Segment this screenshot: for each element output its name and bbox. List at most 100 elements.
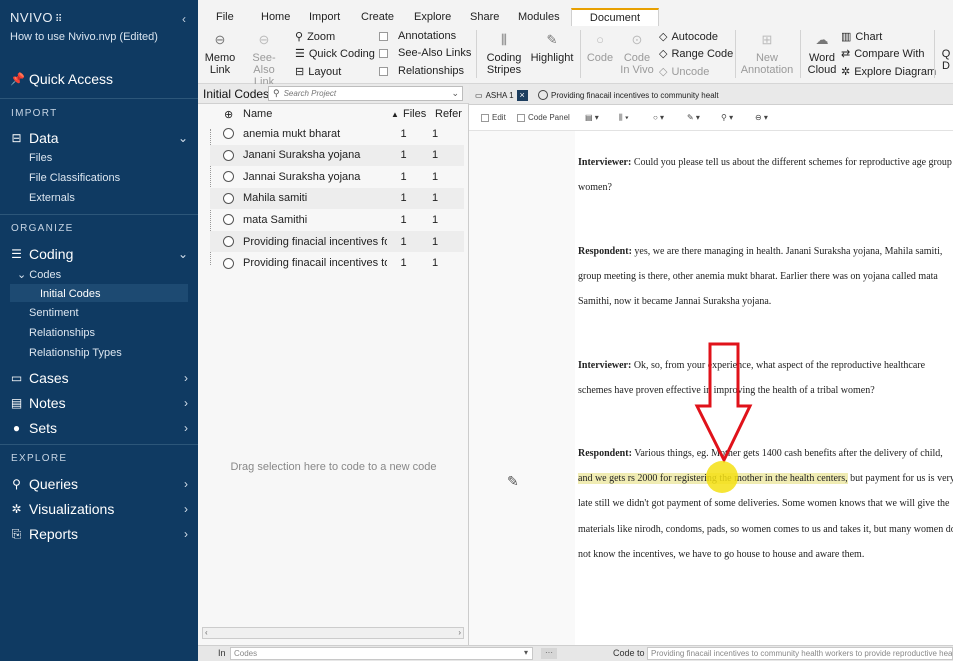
chevron-down-icon[interactable]: ⌄ [451, 88, 459, 99]
zoom-button[interactable]: ⚲ Zoom [295, 30, 335, 44]
sidebar-item-data[interactable]: ⊟ Data ⌄ [10, 130, 188, 146]
autocode-button[interactable]: ◇ Autocode [659, 30, 718, 44]
word-cloud-button[interactable]: ☁ Word Cloud [804, 33, 840, 76]
menu-create[interactable]: Create [361, 11, 394, 23]
layout-button[interactable]: ⊟ Layout [295, 65, 341, 79]
link-dropdown-icon[interactable]: ⊖ ▾ [755, 113, 768, 122]
document-tabs: ▭ ASHA 1 × Providing finacail incentives… [469, 84, 953, 105]
sidebar-item-queries[interactable]: ⚲ Queries › [10, 476, 188, 492]
browse-button[interactable]: ··· [541, 648, 557, 659]
code-panel-checkbox[interactable]: Code Panel [517, 113, 570, 122]
code-row[interactable]: Providing finacial incentives fo 1 1 [210, 231, 464, 252]
see-also-links-checkbox[interactable]: See-Also Links [379, 47, 471, 59]
sidebar-item-reports[interactable]: ⎘ Reports › [10, 526, 188, 542]
relationships-checkbox[interactable]: Relationships [379, 65, 464, 77]
search-box[interactable]: ⚲ ⌄ [268, 86, 463, 101]
explore-diagram-button[interactable]: ✲ Explore Diagram [841, 65, 936, 79]
search-input[interactable] [283, 89, 444, 98]
scroll-left-icon[interactable]: ‹ [205, 628, 208, 637]
new-annotation-button[interactable]: ⊞ New Annotation [739, 33, 795, 76]
code-dropdown-icon[interactable]: ○ ▾ [653, 113, 664, 122]
code-row[interactable]: Mahila samiti 1 1 [210, 187, 464, 209]
code-button[interactable]: ○ Code [585, 33, 615, 64]
code-row[interactable]: mata Samithi 1 1 [210, 209, 464, 230]
sidebar-item-initial-codes[interactable]: Initial Codes [40, 288, 101, 300]
sidebar-item-coding[interactable]: ☰ Coding ⌄ [10, 246, 188, 262]
sidebar-item-files[interactable]: Files [29, 152, 52, 164]
project-name: How to use Nvivo.nvp (Edited) [10, 31, 158, 43]
annotations-checkbox[interactable]: Annotations [379, 30, 456, 42]
overflow-ribbon-button[interactable]: QD [940, 48, 952, 72]
code-files-count: 1 [400, 257, 407, 270]
in-location-select[interactable]: Codes [230, 647, 533, 660]
menu-file[interactable]: File [216, 11, 234, 23]
menu-share[interactable]: Share [470, 11, 499, 23]
code-in-vivo-button[interactable]: ⊙ Code In Vivo [619, 32, 655, 76]
see-also-link-button[interactable]: ⊖ See-Also Link [242, 32, 286, 88]
menu-explore[interactable]: Explore [414, 11, 451, 23]
sidebar-item-relationships[interactable]: Relationships [29, 327, 95, 339]
column-header-name[interactable]: Name [243, 108, 272, 120]
code-row[interactable]: Providing finacail incentives to 1 1 [210, 253, 464, 274]
sidebar-item-visualizations[interactable]: ✲ Visualizations › [10, 501, 188, 517]
transcript-paragraph[interactable]: Respondent: yes, we are there managing i… [578, 239, 953, 315]
annotations-toggle-icon[interactable]: ▤ ▾ [585, 113, 599, 122]
sidebar-item-externals[interactable]: Externals [29, 192, 75, 204]
app-menu-icon[interactable]: ⠿ [55, 14, 63, 25]
sidebar-item-sentiment[interactable]: Sentiment [29, 307, 79, 319]
sidebar-item-relationship-types[interactable]: Relationship Types [29, 347, 122, 359]
close-icon[interactable]: × [516, 89, 528, 101]
code-row[interactable]: Jannai Suraksha yojana 1 1 [210, 166, 464, 187]
highlight-dropdown-icon[interactable]: ✎ ▾ [687, 113, 700, 122]
sets-icon: ● [12, 421, 21, 435]
transcript-paragraph[interactable]: Interviewer: Ok, so, from your experienc… [578, 353, 953, 403]
collapse-sidebar-icon[interactable]: ‹ [182, 12, 186, 26]
menu-home[interactable]: Home [261, 11, 290, 23]
link-icon: ⊖ [258, 32, 270, 47]
coding-stripes-button[interactable]: ⫼ Coding Stripes [484, 33, 524, 76]
tab-document[interactable]: Document [571, 8, 659, 26]
compare-with-button[interactable]: ⇄ Compare With [841, 47, 925, 61]
menu-bar: File Home Import Create Explore Share Mo… [198, 8, 953, 26]
add-column-icon[interactable]: ⊕ [224, 108, 233, 121]
sidebar-item-cases[interactable]: ▭ Cases › [10, 370, 188, 386]
quick-access-item[interactable]: 📌 Quick Access [10, 71, 113, 87]
edit-checkbox[interactable]: Edit [481, 113, 506, 122]
document-toolbar: Edit Code Panel ▤ ▾ ⫼ ▾ ○ ▾ ✎ ▾ ⚲ ▾ ⊖ ▾ [469, 105, 953, 131]
range-code-button[interactable]: ◇ Range Code [659, 47, 733, 61]
column-header-files[interactable]: Files [403, 108, 426, 120]
quick-coding-button[interactable]: ☰ Quick Coding [295, 47, 375, 61]
sidebar-item-sets[interactable]: ● Sets › [10, 420, 188, 436]
in-label: In [218, 648, 226, 658]
coding-icon: ☰ [11, 247, 22, 261]
code-row[interactable]: anemia mukt bharat 1 1 [210, 123, 464, 144]
transcript-paragraph[interactable]: Respondent: Various things, eg. Mother g… [578, 441, 953, 567]
transcript-page[interactable]: Interviewer: Could you please tell us ab… [575, 131, 953, 645]
sidebar-item-codes[interactable]: ⌄ Codes [17, 268, 61, 281]
menu-modules[interactable]: Modules [518, 11, 560, 23]
pin-icon: 📌 [10, 72, 25, 86]
zoom-dropdown-icon[interactable]: ⚲ ▾ [721, 113, 733, 122]
code-references-count: 1 [431, 149, 439, 162]
in-vivo-icon: ⊙ [631, 32, 643, 47]
pencil-icon[interactable]: ✎ [507, 473, 519, 490]
sidebar-item-notes[interactable]: ▤ Notes › [10, 395, 188, 411]
scroll-right-icon[interactable]: › [458, 628, 461, 637]
highlight-button[interactable]: ✎ Highlight [529, 33, 575, 64]
horizontal-scrollbar[interactable]: ‹ › [202, 627, 464, 639]
code-to-field[interactable]: Providing finacail incentives to communi… [647, 647, 953, 660]
column-header-references[interactable]: Refer [435, 108, 462, 120]
tab-code-providing-incentives[interactable]: Providing finacail incentives to communi… [538, 87, 719, 103]
chart-button[interactable]: ▥ Chart [841, 30, 882, 44]
transcript-paragraph[interactable]: Interviewer: Could you please tell us ab… [578, 150, 953, 200]
menu-import[interactable]: Import [309, 11, 340, 23]
coding-stripes-toggle-icon[interactable]: ⫼ ▾ [619, 113, 629, 123]
tab-asha-1[interactable]: ▭ ASHA 1 × [475, 87, 528, 103]
uncode-button[interactable]: ◇ Uncode [659, 65, 709, 79]
visualizations-label: Visualizations [29, 501, 115, 517]
memo-link-button[interactable]: ⊖ Memo Link [204, 33, 236, 76]
code-row[interactable]: Janani Suraksha yojana 1 1 [210, 144, 464, 166]
report-icon: ⎘ [11, 526, 22, 541]
sidebar-item-file-classifications[interactable]: File Classifications [29, 172, 120, 184]
chevron-down-icon[interactable]: ▾ [524, 648, 528, 657]
